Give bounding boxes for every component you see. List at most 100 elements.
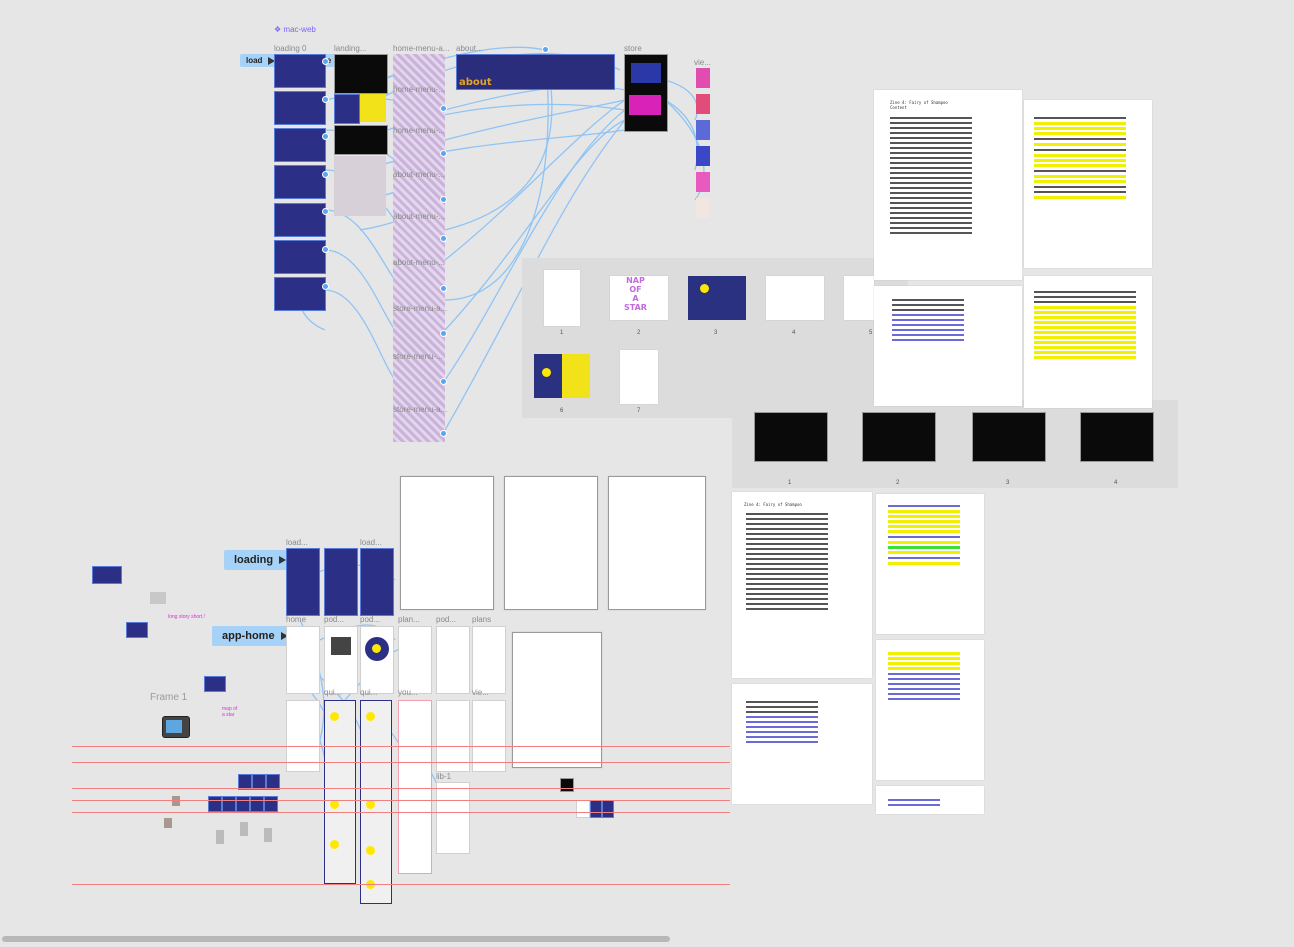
app-you-frame[interactable] (398, 700, 432, 874)
frame-label[interactable]: load... (360, 538, 382, 547)
gallery-page[interactable]: NAP OF A STAR (610, 276, 668, 320)
sketch-gallery[interactable]: 1 2 3 4 (732, 400, 1178, 488)
document-page[interactable] (876, 494, 984, 634)
connection-handle[interactable] (440, 378, 447, 385)
placeholder-box[interactable] (150, 592, 166, 604)
landing-frame-yellow[interactable] (360, 94, 386, 122)
flow-app-home-tag[interactable]: app-home (212, 626, 298, 646)
gallery-frame[interactable] (1080, 412, 1154, 462)
view-frame[interactable] (696, 68, 710, 88)
frame-label-loading0[interactable]: loading 0 (274, 44, 306, 53)
connection-handle[interactable] (440, 285, 447, 292)
frame-label-vie[interactable]: vie... (694, 58, 711, 67)
app-quiz-frame[interactable] (360, 700, 392, 904)
view-frame[interactable] (696, 146, 710, 166)
gallery-frame[interactable] (972, 412, 1046, 462)
gallery-page[interactable] (534, 354, 590, 398)
app-library-frame[interactable] (436, 782, 470, 854)
connection-handle[interactable] (440, 196, 447, 203)
document-page[interactable] (874, 286, 1022, 406)
document-page[interactable] (732, 684, 872, 804)
loading-frame[interactable] (274, 165, 326, 199)
frame-label[interactable]: about-menu-... (393, 170, 445, 179)
wireframe-sketch[interactable] (608, 476, 706, 610)
frame-label[interactable]: pod... (360, 615, 380, 624)
frame-label[interactable]: home-menu-... (393, 85, 445, 94)
frame-label[interactable]: you... (398, 688, 418, 697)
app-pod-frame[interactable] (324, 626, 358, 694)
connection-handle[interactable] (322, 96, 329, 103)
photo-thumb[interactable] (172, 796, 180, 806)
sticker[interactable] (126, 622, 148, 638)
mini-frame[interactable] (576, 800, 590, 818)
frame-label[interactable]: plans (472, 615, 491, 624)
loading-frame[interactable] (274, 128, 326, 162)
app-loading-frame[interactable] (324, 548, 358, 616)
document-page[interactable]: Zine 4: Fairy of Shampoo (732, 492, 872, 678)
landing-frame[interactable] (334, 94, 360, 124)
long-story-note[interactable]: long story short.! (168, 614, 205, 620)
loading-frame[interactable] (274, 203, 326, 237)
robot-figure[interactable] (240, 822, 248, 836)
frame-label[interactable]: pod... (436, 615, 456, 624)
app-pod-frame[interactable] (360, 626, 394, 694)
view-frame[interactable] (696, 120, 710, 140)
wireframe-sketch[interactable] (512, 632, 602, 768)
loading-frame[interactable] (274, 277, 326, 311)
frame-label[interactable]: qui... (324, 688, 341, 697)
connection-handle[interactable] (322, 171, 329, 178)
app-pod-frame[interactable] (436, 626, 470, 694)
wireframe-sketch[interactable] (400, 476, 494, 610)
frame-label[interactable]: qui... (360, 688, 377, 697)
gallery-frame[interactable] (754, 412, 828, 462)
tile[interactable] (264, 796, 278, 812)
frame-label[interactable]: load... (286, 538, 308, 547)
view-frame[interactable] (696, 172, 710, 192)
connection-handle[interactable] (322, 208, 329, 215)
view-frame[interactable] (696, 198, 710, 218)
guide-line[interactable] (72, 746, 730, 747)
guide-line[interactable] (72, 788, 730, 789)
wireframe-sketch[interactable] (504, 476, 598, 610)
gallery-page[interactable] (688, 276, 746, 320)
robot-figure[interactable] (264, 828, 272, 842)
loading-frame[interactable] (274, 91, 326, 125)
tile[interactable] (222, 796, 236, 812)
frame-label[interactable]: home (286, 615, 306, 624)
robot-figure[interactable] (216, 830, 224, 844)
app-loading-frame[interactable] (286, 548, 320, 616)
document-page[interactable] (876, 786, 984, 814)
gallery-page[interactable] (544, 270, 580, 326)
document-page[interactable] (1024, 100, 1152, 268)
guide-line[interactable] (72, 884, 730, 885)
connection-handle[interactable] (440, 430, 447, 437)
horizontal-scrollbar[interactable] (2, 936, 670, 942)
gallery-page[interactable] (620, 350, 658, 404)
landing-frame[interactable] (334, 125, 388, 155)
tile[interactable] (250, 796, 264, 812)
tile[interactable] (208, 796, 222, 812)
frame-label[interactable]: store-menu-a... (393, 405, 447, 414)
document-page[interactable] (876, 640, 984, 780)
connection-handle[interactable] (322, 246, 329, 253)
loading-frame[interactable] (274, 54, 326, 88)
store-frame[interactable] (624, 54, 668, 132)
document-page[interactable] (1024, 276, 1152, 408)
zine-gallery[interactable]: 1 NAP OF A STAR 2 3 4 5 6 7 (522, 258, 908, 418)
frame-label-frame1[interactable]: Frame 1 (150, 692, 187, 703)
frame-label[interactable]: about-menu-... (393, 258, 445, 267)
mini-frame[interactable] (560, 778, 574, 792)
connection-handle[interactable] (440, 330, 447, 337)
app-plans-frame[interactable] (472, 626, 506, 694)
sticker[interactable] (92, 566, 122, 584)
app-loading-frame[interactable] (360, 548, 394, 616)
frame-label-home-menu[interactable]: home-menu-a... (393, 44, 449, 53)
gallery-page[interactable] (844, 276, 874, 320)
connection-handle[interactable] (542, 46, 549, 53)
document-page[interactable]: Zine 4: Fairy of Shampoo Content (874, 90, 1022, 280)
frame-label[interactable]: plan... (398, 615, 420, 624)
connection-handle[interactable] (440, 235, 447, 242)
connection-handle[interactable] (322, 283, 329, 290)
frame-label[interactable]: home-menu-... (393, 126, 445, 135)
frame-label-landing[interactable]: landing... (334, 44, 366, 53)
